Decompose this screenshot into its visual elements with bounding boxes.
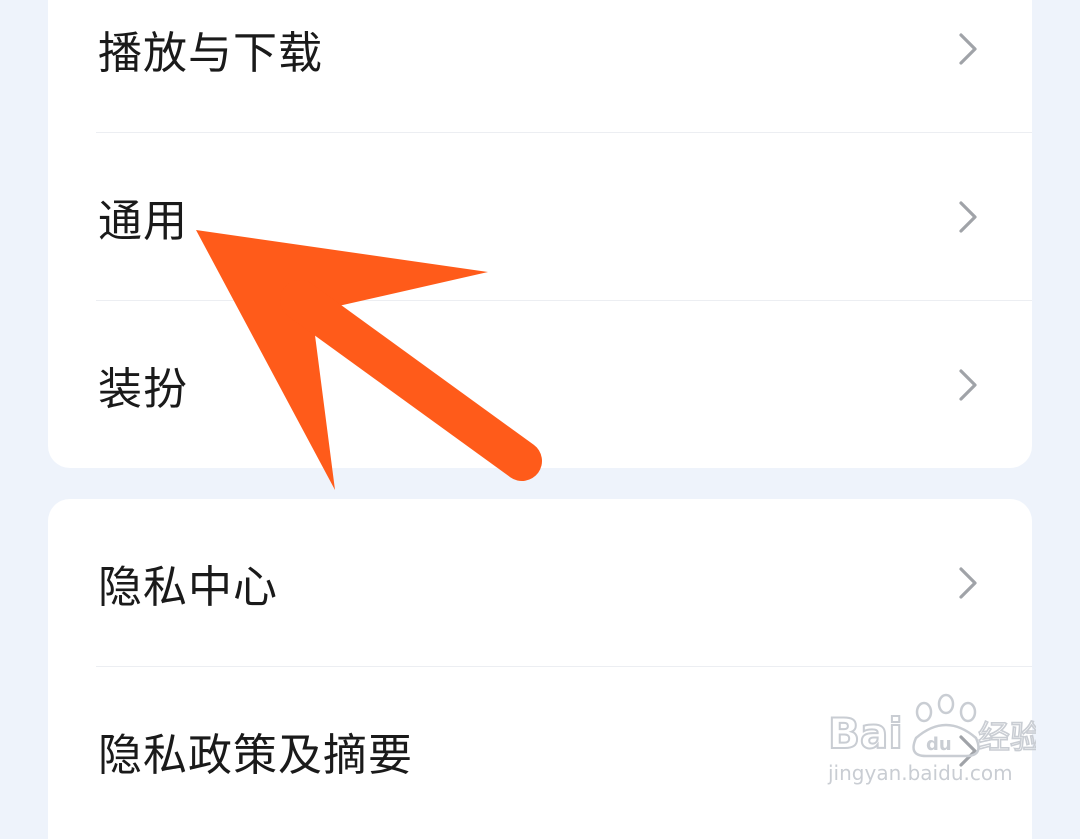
settings-item-label: 装扮 bbox=[98, 363, 188, 415]
settings-card-privacy: 隐私中心 隐私政策及摘要 bbox=[48, 499, 1032, 839]
settings-item-playback-download[interactable]: 播放与下载 bbox=[48, 0, 1032, 132]
settings-item-general[interactable]: 通用 bbox=[48, 133, 1032, 300]
settings-item-appearance[interactable]: 装扮 bbox=[48, 301, 1032, 468]
settings-item-label: 通用 bbox=[98, 195, 188, 247]
chevron-right-icon bbox=[959, 368, 977, 401]
settings-item-privacy-policy[interactable]: 隐私政策及摘要 bbox=[48, 667, 1032, 834]
settings-item-label: 隐私中心 bbox=[98, 561, 278, 613]
chevron-right-icon bbox=[959, 200, 977, 233]
chevron-right-icon bbox=[959, 566, 977, 599]
settings-item-label: 播放与下载 bbox=[98, 27, 323, 79]
settings-card-general: 播放与下载 通用 装扮 bbox=[48, 0, 1032, 468]
chevron-right-icon bbox=[959, 734, 977, 767]
chevron-right-icon bbox=[959, 32, 977, 65]
settings-item-privacy-center[interactable]: 隐私中心 bbox=[48, 499, 1032, 666]
settings-item-label: 隐私政策及摘要 bbox=[98, 729, 413, 781]
